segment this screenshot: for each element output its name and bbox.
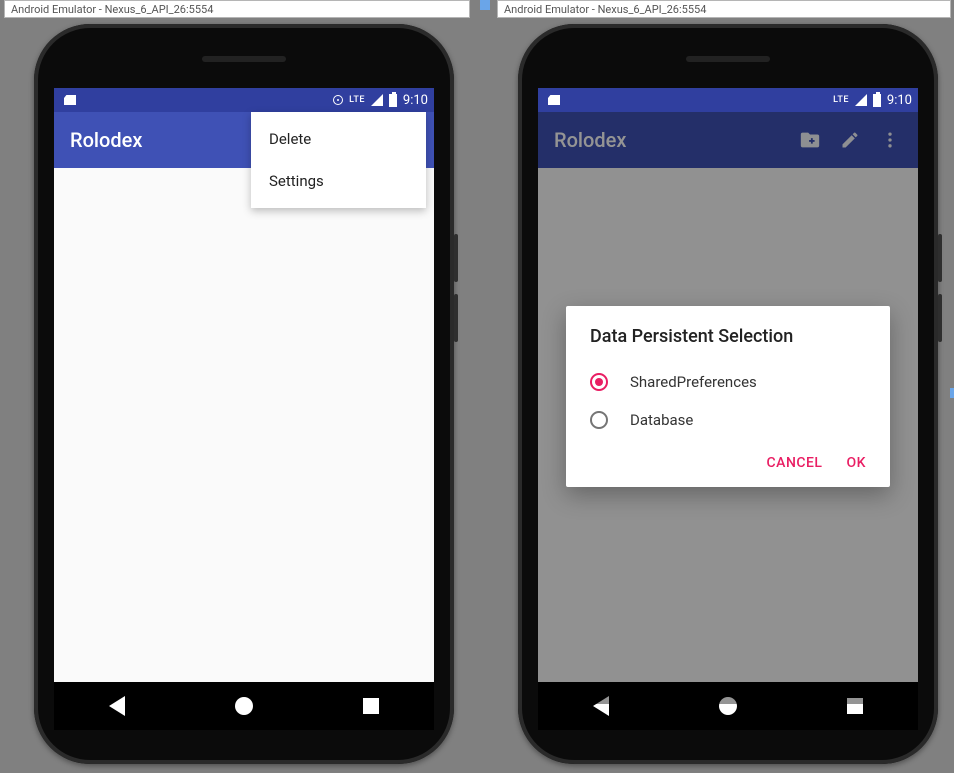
overflow-menu: Delete Settings — [251, 112, 426, 208]
dialog-data-persistence: Data Persistent Selection SharedPreferen… — [566, 306, 890, 487]
network-lte-label: LTE — [833, 95, 849, 105]
screen-right: LTE 9:10 Rolodex Data Persistent Selecti… — [538, 88, 918, 704]
battery-charging-icon — [873, 94, 881, 107]
emulator-titlebar-left: Android Emulator - Nexus_6_API_26:5554 — [4, 0, 470, 18]
menu-item-settings[interactable]: Settings — [251, 160, 426, 202]
radio-icon — [590, 411, 608, 429]
navigation-bar — [54, 682, 434, 730]
menu-item-delete[interactable]: Delete — [251, 118, 426, 160]
signal-icon — [855, 94, 867, 106]
clock-label: 9:10 — [887, 93, 912, 108]
ok-button[interactable]: OK — [847, 455, 867, 471]
radio-icon — [590, 373, 608, 391]
nav-recents-button[interactable] — [360, 695, 382, 717]
dialog-title: Data Persistent Selection — [590, 326, 866, 347]
sd-card-icon — [64, 95, 76, 105]
emulator-titlebar-right: Android Emulator - Nexus_6_API_26:5554 — [497, 0, 951, 18]
radio-label: Database — [630, 411, 693, 429]
network-lte-label: LTE — [349, 95, 365, 105]
volume-button[interactable] — [938, 294, 942, 342]
content-area — [54, 168, 434, 704]
device-frame-right: LTE 9:10 Rolodex Data Persistent Selecti… — [518, 24, 938, 764]
battery-charging-icon — [389, 94, 397, 107]
nav-back-button[interactable] — [106, 695, 128, 717]
cancel-button[interactable]: CANCEL — [767, 455, 823, 471]
radio-option-database[interactable]: Database — [590, 401, 866, 439]
radio-label: SharedPreferences — [630, 373, 757, 391]
signal-icon — [371, 94, 383, 106]
screen-left: LTE 9:10 Rolodex Delete Settings — [54, 88, 434, 704]
earpiece — [686, 56, 770, 62]
status-bar: LTE 9:10 — [54, 88, 434, 112]
clock-label: 9:10 — [403, 93, 428, 108]
status-bar: LTE 9:10 — [538, 88, 918, 112]
location-pin-icon — [333, 95, 343, 105]
resize-handle[interactable] — [480, 0, 490, 10]
nav-home-button[interactable] — [233, 695, 255, 717]
radio-option-sharedpreferences[interactable]: SharedPreferences — [590, 363, 866, 401]
sd-card-icon — [548, 95, 560, 105]
power-button[interactable] — [938, 234, 942, 282]
dialog-actions: CANCEL OK — [590, 439, 866, 479]
earpiece — [202, 56, 286, 62]
resize-handle[interactable] — [950, 388, 954, 398]
volume-button[interactable] — [454, 294, 458, 342]
power-button[interactable] — [454, 234, 458, 282]
device-frame-left: LTE 9:10 Rolodex Delete Settings — [34, 24, 454, 764]
